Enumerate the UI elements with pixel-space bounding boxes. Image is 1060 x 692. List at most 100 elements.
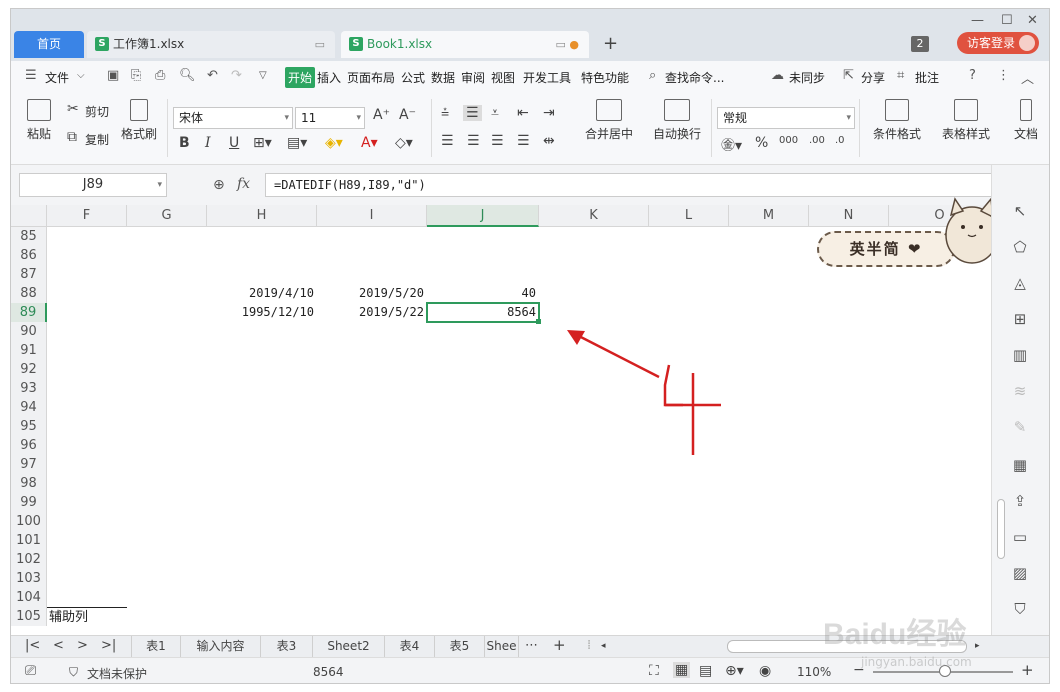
redo-icon[interactable]: ↷ — [231, 68, 242, 83]
add-sheet-icon[interactable]: + — [553, 636, 566, 654]
macro-icon[interactable]: ⎚ — [25, 663, 36, 679]
row-header[interactable]: 87 — [11, 265, 47, 284]
font-size-select[interactable]: 11 ▾ — [295, 107, 365, 129]
merge-center-button[interactable]: 合并居中 — [577, 99, 641, 142]
scissors-icon[interactable]: ✂ — [67, 101, 79, 117]
fill-handle[interactable] — [536, 319, 541, 324]
guest-login-button[interactable]: 访客登录 — [957, 32, 1039, 54]
edit-icon[interactable]: ✎ — [1010, 417, 1030, 437]
row-header[interactable]: 100 — [11, 512, 47, 531]
tab-book1[interactable]: S Book1.xlsx ▭ ● — [341, 31, 589, 58]
row-header[interactable]: 103 — [11, 569, 47, 588]
command-search[interactable]: 查找命令... — [665, 69, 724, 86]
row-header[interactable]: 92 — [11, 360, 47, 379]
sheet-tab[interactable]: 输入内容 — [181, 636, 261, 657]
font-name-select[interactable]: 宋体 ▾ — [173, 107, 293, 129]
save-icon[interactable]: ▣ — [107, 68, 119, 83]
prev-sheet-icon[interactable]: < — [53, 638, 64, 653]
document-button[interactable]: 文档 — [1011, 99, 1041, 142]
border-icon[interactable]: ⊞▾ — [253, 135, 272, 151]
archive-icon[interactable]: ▭ — [1010, 527, 1030, 547]
column-header-g[interactable]: G — [127, 205, 207, 227]
indent-icon[interactable]: ⇥ — [543, 105, 555, 121]
window-count-badge[interactable]: 2 — [911, 36, 929, 52]
more-icon[interactable]: ⋮ — [997, 68, 1010, 83]
column-header-k[interactable]: K — [539, 205, 649, 227]
zoom-icon[interactable]: ⊕ — [213, 177, 225, 193]
select-pointer-icon[interactable]: ↖ — [1010, 201, 1030, 221]
tab-workbook1[interactable]: S 工作簿1.xlsx ▭ — [87, 31, 335, 58]
column-header-j[interactable]: J — [427, 205, 539, 227]
cell-i88[interactable]: 2019/5/20 — [317, 284, 427, 303]
align-bottom-icon[interactable]: ⩡ — [491, 105, 499, 121]
shield-icon[interactable]: ⛉ — [1010, 599, 1030, 619]
first-sheet-icon[interactable]: |< — [25, 638, 40, 653]
adjust-icon[interactable]: ≋ — [1010, 381, 1030, 401]
align-top-icon[interactable]: ⩮ — [441, 105, 449, 121]
monitor-icon[interactable]: ▭ — [315, 31, 325, 58]
apps-icon[interactable]: ⊞ — [1010, 309, 1030, 329]
decrease-decimal-icon[interactable]: .0 — [835, 135, 845, 146]
chevron-down-icon[interactable]: ⌵ — [77, 70, 85, 81]
menu-view[interactable]: 视图 — [491, 69, 515, 86]
close-icon[interactable]: ✕ — [1027, 13, 1038, 28]
distribute-icon[interactable]: ⇹ — [543, 133, 555, 149]
protect-status[interactable]: 文档未保护 — [87, 665, 147, 682]
cell-j88[interactable]: 40 — [427, 284, 539, 303]
share-icon[interactable]: ⇱ — [843, 68, 854, 83]
underline-icon[interactable]: U — [229, 135, 239, 151]
row-header[interactable]: 102 — [11, 550, 47, 569]
menu-formula[interactable]: 公式 — [401, 69, 425, 86]
cut-button[interactable]: 剪切 — [85, 103, 109, 120]
increase-decimal-icon[interactable]: .00 — [809, 135, 825, 146]
picture-icon[interactable]: ▨ — [1010, 563, 1030, 583]
row-header[interactable]: 105 — [11, 607, 47, 626]
sheet-tab[interactable]: Sheet2 — [313, 636, 385, 657]
maximize-icon[interactable]: ☐ — [1001, 13, 1013, 28]
row-header[interactable]: 85 — [11, 227, 47, 246]
cell-h88[interactable]: 2019/4/10 — [207, 284, 317, 303]
sheet-tab[interactable]: 表3 — [261, 636, 313, 657]
select-all-corner[interactable] — [11, 205, 47, 227]
percent-icon[interactable]: % — [755, 135, 768, 151]
split-handle-icon[interactable]: ⁞ — [587, 638, 591, 653]
monitor-icon[interactable]: ▭ ● — [556, 31, 580, 58]
cell-i89[interactable]: 2019/5/22 — [317, 303, 427, 322]
outdent-icon[interactable]: ⇤ — [517, 105, 529, 121]
menu-developer[interactable]: 开发工具 — [523, 69, 571, 86]
align-middle-icon[interactable]: ☰ — [463, 105, 482, 121]
font-color-icon[interactable]: A▾ — [361, 135, 378, 151]
fx-icon[interactable]: fx — [237, 176, 250, 192]
unsync-status[interactable]: 未同步 — [789, 69, 825, 86]
collapse-ribbon-icon[interactable]: ︿ — [1021, 68, 1034, 87]
cell-style-icon[interactable]: ▤▾ — [287, 135, 307, 151]
zoom-level[interactable]: 110% — [797, 665, 831, 679]
sheet-tab[interactable]: 表4 — [385, 636, 435, 657]
bold-icon[interactable]: B — [179, 135, 190, 151]
comment-icon[interactable]: ⌗ — [897, 68, 904, 83]
wrap-text-button[interactable]: 自动换行 — [647, 99, 707, 142]
new-tab-icon[interactable]: + — [603, 33, 618, 54]
share-button[interactable]: 分享 — [861, 69, 885, 86]
vertical-scrollbar-thumb[interactable] — [997, 499, 1005, 559]
cell-h89[interactable]: 1995/12/10 — [207, 303, 317, 322]
increase-font-icon[interactable]: A⁺ — [373, 107, 390, 123]
customize-icon[interactable]: ▽ — [259, 70, 267, 81]
shapes-icon[interactable]: ⬠ — [1010, 237, 1030, 257]
align-left-icon[interactable]: ☰ — [441, 133, 454, 149]
row-header[interactable]: 99 — [11, 493, 47, 512]
paste-button[interactable]: 粘贴 — [21, 99, 57, 142]
sheet-tab[interactable]: 表5 — [435, 636, 485, 657]
column-header-f[interactable]: F — [47, 205, 127, 227]
menu-review[interactable]: 审阅 — [461, 69, 485, 86]
formula-input[interactable]: =DATEDIF(H89,I89,"d") — [265, 173, 1005, 197]
search-icon[interactable]: ⌕ — [649, 68, 656, 83]
hamburger-icon[interactable]: ☰ — [25, 68, 37, 83]
sheet-tab[interactable]: 表1 — [131, 636, 181, 657]
row-header[interactable]: 95 — [11, 417, 47, 436]
row-header[interactable]: 91 — [11, 341, 47, 360]
scroll-right-icon[interactable]: ▸ — [975, 641, 980, 651]
fill-color-icon[interactable]: ◈▾ — [325, 135, 343, 151]
row-header[interactable]: 97 — [11, 455, 47, 474]
currency-icon[interactable]: ㊎▾ — [721, 135, 742, 155]
